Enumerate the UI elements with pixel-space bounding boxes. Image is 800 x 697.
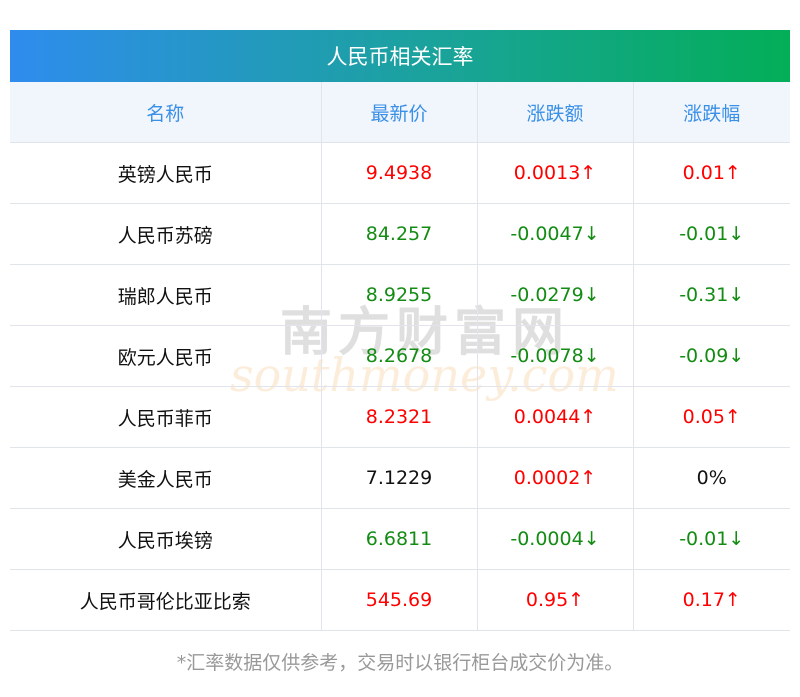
cell-pct: -0.01↓ [632,508,790,570]
cell-name: 人民币哥伦比亚比索 [10,569,322,631]
table-row[interactable]: 人民币菲币 8.2321 0.0044↑ 0.05↑ [10,386,790,448]
cell-name: 瑞郎人民币 [10,264,322,326]
cell-pct: -0.31↓ [632,264,790,326]
cell-price: 6.6811 [320,508,478,570]
cell-change: -0.0004↓ [476,508,634,570]
cell-price: 8.2678 [320,325,478,387]
cell-pct: -0.09↓ [632,325,790,387]
cell-name: 英镑人民币 [10,142,322,204]
cell-pct: -0.01↓ [632,203,790,265]
cell-pct: 0.05↑ [632,386,790,448]
cell-name: 美金人民币 [10,447,322,509]
table-header: 名称 最新价 涨跌额 涨跌幅 [10,82,790,143]
table-title: 人民币相关汇率 [10,30,790,82]
cell-pct: 0% [632,447,790,509]
table-row[interactable]: 美金人民币 7.1229 0.0002↑ 0% [10,447,790,509]
cell-change: 0.0044↑ [476,386,634,448]
cell-change: -0.0279↓ [476,264,634,326]
cell-price: 8.9255 [320,264,478,326]
cell-change: 0.95↑ [476,569,634,631]
table-row[interactable]: 欧元人民币 8.2678 -0.0078↓ -0.09↓ [10,325,790,387]
cell-price: 84.257 [320,203,478,265]
cell-name: 人民币埃镑 [10,508,322,570]
disclaimer-note: *汇率数据仅供参考，交易时以银行柜台成交价为准。 [176,652,624,674]
cell-name: 人民币苏磅 [10,203,322,265]
rate-table-panel: 人民币相关汇率 名称 最新价 涨跌额 涨跌幅 英镑人民币 9.4938 0.0013… [10,30,790,631]
cell-price: 7.1229 [320,447,478,509]
rate-table: 名称 最新价 涨跌额 涨跌幅 英镑人民币 9.4938 0.0013↑ 0.01↑ 人民… [10,82,790,631]
cell-pct: 0.01↑ [632,142,790,204]
table-row[interactable]: 瑞郎人民币 8.9255 -0.0279↓ -0.31↓ [10,264,790,326]
cell-name: 人民币菲币 [10,386,322,448]
col-pct: 涨跌幅 [632,82,790,143]
cell-change: -0.0078↓ [476,325,634,387]
table-row[interactable]: 英镑人民币 9.4938 0.0013↑ 0.01↑ [10,142,790,204]
col-price: 最新价 [320,82,478,143]
cell-name: 欧元人民币 [10,325,322,387]
cell-pct: 0.17↑ [632,569,790,631]
cell-price: 9.4938 [320,142,478,204]
cell-price: 8.2321 [320,386,478,448]
cell-change: 0.0002↑ [476,447,634,509]
table-row[interactable]: 人民币埃镑 6.6811 -0.0004↓ -0.01↓ [10,508,790,570]
cell-change: -0.0047↓ [476,203,634,265]
table-row[interactable]: 人民币哥伦比亚比索 545.69 0.95↑ 0.17↑ [10,569,790,631]
table-row[interactable]: 人民币苏磅 84.257 -0.0047↓ -0.01↓ [10,203,790,265]
col-name: 名称 [10,82,322,143]
cell-price: 545.69 [320,569,478,631]
col-change: 涨跌额 [476,82,634,143]
cell-change: 0.0013↑ [476,142,634,204]
